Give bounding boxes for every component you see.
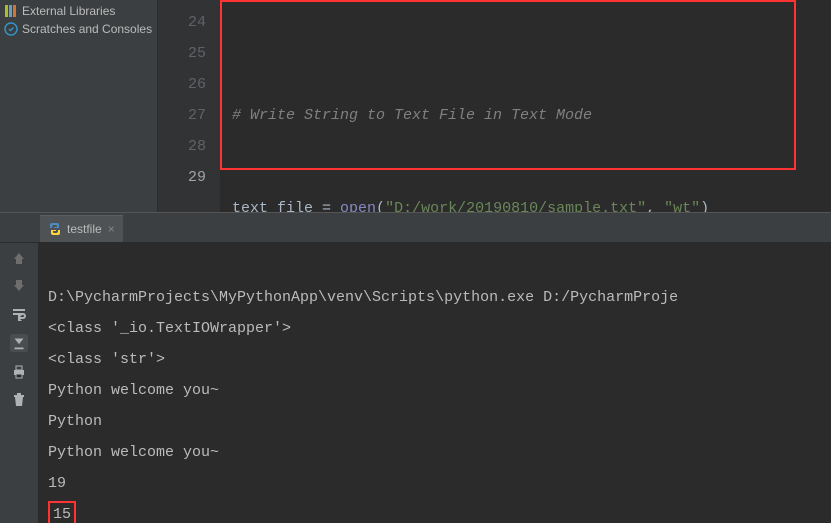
sidebar-item-scratches[interactable]: Scratches and Consoles	[0, 20, 157, 38]
console-line-highlighted: 15	[48, 501, 76, 523]
variable: text_file	[232, 200, 313, 212]
console-path: D:\PycharmProjects\MyPythonApp\venv\Scri…	[48, 289, 678, 306]
string-literal: "wt"	[664, 200, 700, 212]
paren: (	[376, 200, 385, 212]
builtin-open: open	[340, 200, 376, 212]
console-output[interactable]: D:\PycharmProjects\MyPythonApp\venv\Scri…	[38, 243, 831, 523]
library-icon	[4, 4, 18, 18]
run-toolbar	[0, 243, 38, 523]
close-icon[interactable]: ×	[108, 222, 115, 236]
print-icon[interactable]	[11, 364, 27, 380]
run-tab[interactable]: testfile ×	[40, 215, 123, 242]
console-line: <class 'str'>	[48, 351, 165, 368]
console-line: <class '_io.TextIOWrapper'>	[48, 320, 291, 337]
code-line: text_file = open("D:/work/20190810/sampl…	[232, 193, 831, 212]
scroll-to-end-icon[interactable]	[10, 334, 28, 352]
console-line: Python welcome you~	[48, 444, 219, 461]
string-literal: "D:/work/20190810/sample.txt"	[385, 200, 646, 212]
soft-wrap-icon[interactable]	[11, 306, 27, 322]
paren: )	[700, 200, 709, 212]
run-tab-label: testfile	[67, 222, 102, 236]
code-highlight-box	[220, 0, 796, 170]
arrow-down-icon[interactable]	[11, 278, 27, 294]
scratches-icon	[4, 22, 18, 36]
line-number: 28	[158, 131, 206, 162]
console-wrap: D:\PycharmProjects\MyPythonApp\venv\Scri…	[0, 243, 831, 523]
run-tool-window: testfile × D:\PycharmProjects\MyPythonAp…	[0, 212, 831, 523]
top-section: External Libraries Scratches and Console…	[0, 0, 831, 212]
console-line: 19	[48, 475, 66, 492]
run-tab-strip: testfile ×	[0, 213, 831, 243]
line-number: 24	[158, 7, 206, 38]
trash-icon[interactable]	[11, 392, 27, 408]
console-line: Python	[48, 413, 102, 430]
sidebar-item-label: Scratches and Consoles	[22, 22, 152, 36]
arrow-up-icon[interactable]	[11, 250, 27, 266]
python-icon	[48, 222, 62, 236]
sidebar-item-external-libraries[interactable]: External Libraries	[0, 2, 157, 20]
code-area[interactable]: # Write String to Text File in Text Mode…	[220, 0, 831, 212]
editor-area[interactable]: 24 25 26 27 28 29 # Write String to Text…	[158, 0, 831, 212]
line-number: 25	[158, 38, 206, 69]
console-line: Python welcome you~	[48, 382, 219, 399]
line-number: 26	[158, 69, 206, 100]
assign-op: =	[313, 200, 340, 212]
comma: ,	[646, 200, 664, 212]
ide-window: External Libraries Scratches and Console…	[0, 0, 831, 523]
sidebar-item-label: External Libraries	[22, 4, 115, 18]
gutter: 24 25 26 27 28 29	[158, 0, 220, 212]
line-number-current: 29	[158, 162, 206, 193]
project-sidebar[interactable]: External Libraries Scratches and Console…	[0, 0, 158, 212]
line-number: 27	[158, 100, 206, 131]
